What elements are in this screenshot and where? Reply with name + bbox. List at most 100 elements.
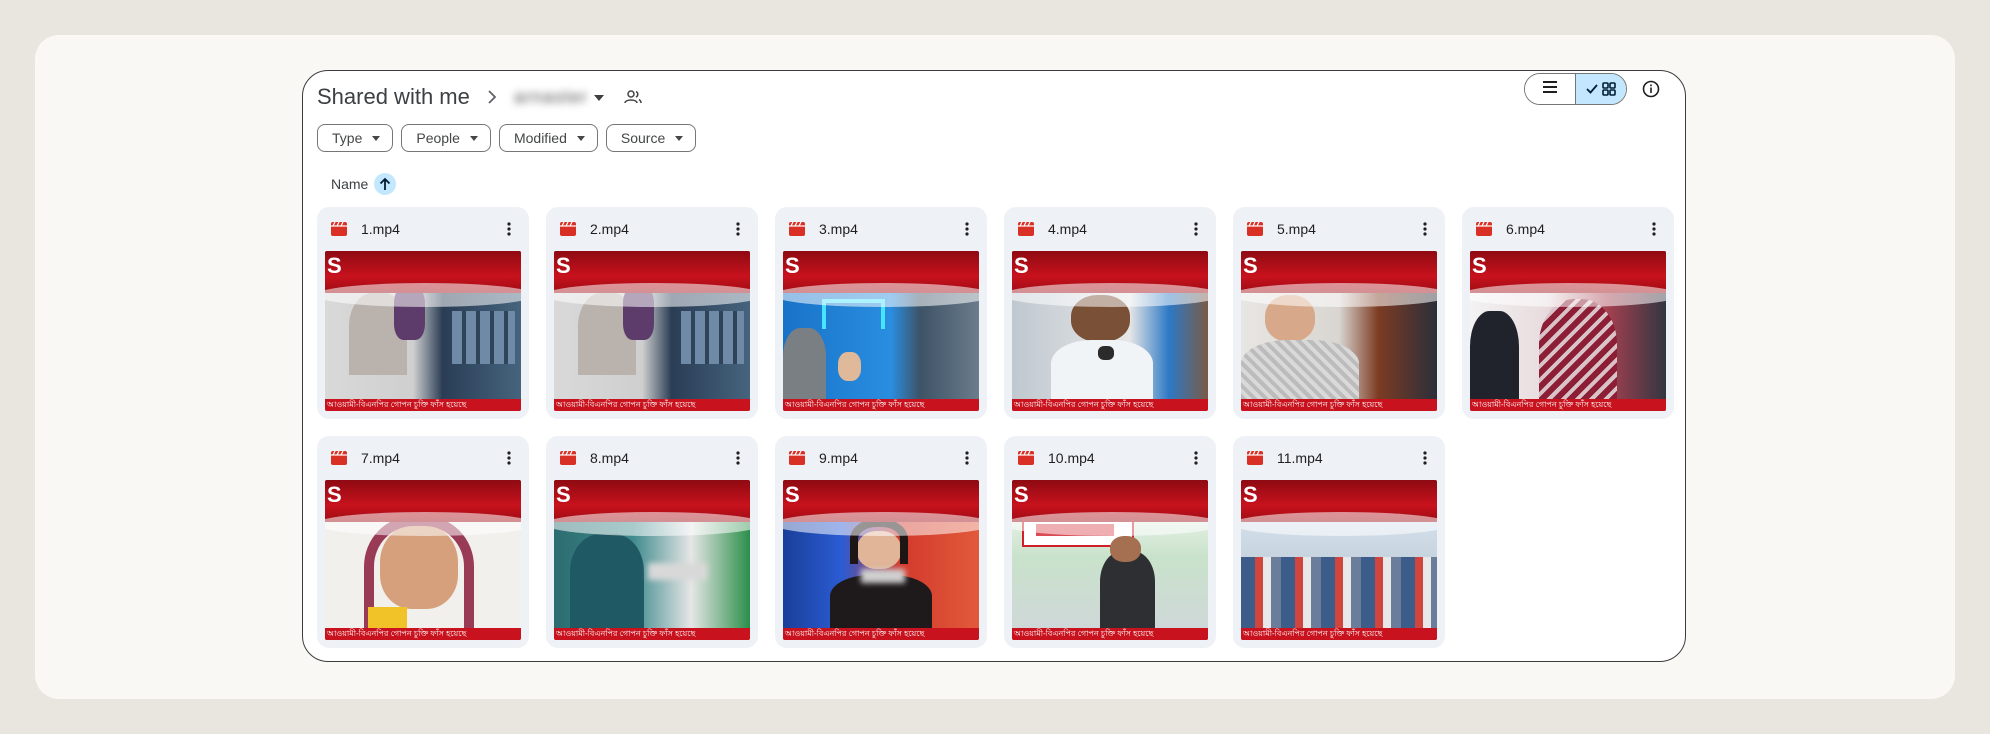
- thumbnail-ticker: আওয়ামী-বিএনপির গোপন চুক্তি ফাঁস হয়েছে: [783, 628, 979, 640]
- file-name: 9.mp4: [819, 450, 858, 466]
- filter-type[interactable]: Type: [317, 124, 394, 152]
- file-name: 10.mp4: [1048, 450, 1095, 466]
- video-thumbnail[interactable]: S আওয়ামী-বিএনপির গোপন চুক্তি ফাঁস হয়েছে: [554, 480, 750, 640]
- filter-source-label: Source: [620, 130, 666, 146]
- filter-source[interactable]: Source: [605, 124, 697, 152]
- grid-view-button[interactable]: [1575, 74, 1626, 104]
- thumbnail-ticker: আওয়ামী-বিএনপির গোপন চুক্তি ফাঁস হয়েছে: [554, 628, 750, 640]
- file-tile[interactable]: 5.mp4 S আওয়ামী-বিএনপির গোপন চুক্তি ফাঁস হ…: [1233, 207, 1445, 419]
- thumbnail-logo: S: [785, 253, 800, 278]
- video-thumbnail[interactable]: S আওয়ামী-বিএনপির গোপন চুক্তি ফাঁস হয়েছে: [1012, 251, 1208, 411]
- more-vert-icon[interactable]: [1644, 217, 1664, 241]
- thumbnail-ticker: আওয়ামী-বিএনপির গোপন চুক্তি ফাঁস হয়েছে: [1012, 399, 1208, 411]
- sort-by-name[interactable]: Name: [331, 173, 397, 195]
- file-tile[interactable]: 9.mp4 S আওয়ামী-বিএনপির গোপন চুক্তি ফাঁস হ…: [775, 436, 987, 648]
- thumbnail-banner: [554, 480, 750, 536]
- more-vert-icon[interactable]: [1415, 446, 1435, 470]
- file-name: 6.mp4: [1506, 221, 1545, 237]
- file-tile[interactable]: 3.mp4 S আওয়ামী-বিএনপির গোপন চুক্তি ফাঁস হ…: [775, 207, 987, 419]
- thumbnail-logo: S: [1243, 482, 1258, 507]
- file-name: 1.mp4: [361, 221, 400, 237]
- file-tile[interactable]: 1.mp4 S আওয়ামী-বিএনপির গোপন চুক্তি ফাঁস হ…: [317, 207, 529, 419]
- video-file-icon: [331, 222, 347, 236]
- file-tile[interactable]: 7.mp4 S আওয়ামী-বিএনপির গোপন চুক্তি ফাঁস হ…: [317, 436, 529, 648]
- thumbnail-logo: S: [327, 482, 342, 507]
- file-tile-header: 10.mp4: [1012, 444, 1208, 472]
- file-tile[interactable]: 6.mp4 S আওয়ামী-বিএনপির গোপন চুক্তি ফাঁস হ…: [1462, 207, 1674, 419]
- breadcrumb-shared-with-me[interactable]: Shared with me: [317, 84, 470, 110]
- file-tile[interactable]: 4.mp4 S আওয়ামী-বিএনপির গোপন চুক্তি ফাঁস হ…: [1004, 207, 1216, 419]
- more-vert-icon[interactable]: [499, 217, 519, 241]
- file-tile[interactable]: 10.mp4 S আওয়ামী-বিএনপির গোপন চুক্তি ফাঁস …: [1004, 436, 1216, 648]
- file-tile-header: 4.mp4: [1012, 215, 1208, 243]
- video-thumbnail[interactable]: S আওয়ামী-বিএনপির গোপন চুক্তি ফাঁস হয়েছে: [1470, 251, 1666, 411]
- thumbnail-banner: [1012, 480, 1208, 536]
- list-icon: [1542, 80, 1558, 98]
- file-tile[interactable]: 2.mp4 S আওয়ামী-বিএনপির গোপন চুক্তি ফাঁস হ…: [546, 207, 758, 419]
- view-toggle: [1524, 73, 1627, 105]
- filter-modified[interactable]: Modified: [498, 124, 598, 152]
- file-tile[interactable]: 8.mp4 S আওয়ামী-বিএনপির গোপন চুক্তি ফাঁস হ…: [546, 436, 758, 648]
- thumbnail-logo: S: [556, 253, 571, 278]
- caret-down-icon: [576, 135, 585, 141]
- filter-people[interactable]: People: [401, 124, 491, 152]
- folder-name: arnaster: [513, 86, 588, 107]
- thumbnail-banner: [783, 480, 979, 536]
- file-tile[interactable]: 11.mp4 S আওয়ামী-বিএনপির গোপন চুক্তি ফাঁস …: [1233, 436, 1445, 648]
- caret-down-icon: [372, 135, 381, 141]
- list-view-button[interactable]: [1525, 74, 1575, 104]
- thumbnail-banner: [554, 251, 750, 307]
- video-file-icon: [560, 451, 576, 465]
- grid-icon: [1602, 82, 1616, 96]
- breadcrumb-current-folder[interactable]: arnaster: [514, 87, 604, 108]
- thumbnail-ticker: আওয়ামী-বিএনপির গোপন চুক্তি ফাঁস হয়েছে: [1470, 399, 1666, 411]
- filter-type-label: Type: [332, 130, 363, 146]
- thumbnail-logo: S: [785, 482, 800, 507]
- chevron-right-icon: [480, 85, 504, 109]
- more-vert-icon[interactable]: [499, 446, 519, 470]
- file-tile-header: 11.mp4: [1241, 444, 1437, 472]
- file-name: 7.mp4: [361, 450, 400, 466]
- more-vert-icon[interactable]: [957, 446, 977, 470]
- file-name: 4.mp4: [1048, 221, 1087, 237]
- more-vert-icon[interactable]: [1186, 446, 1206, 470]
- info-icon[interactable]: [1639, 77, 1663, 101]
- file-tile-header: 7.mp4: [325, 444, 521, 472]
- video-thumbnail[interactable]: S আওয়ামী-বিএনপির গোপন চুক্তি ফাঁস হয়েছে: [554, 251, 750, 411]
- file-name: 5.mp4: [1277, 221, 1316, 237]
- caret-down-icon: [469, 135, 478, 141]
- video-file-icon: [1018, 222, 1034, 236]
- shared-people-icon[interactable]: [624, 89, 642, 105]
- thumbnail-logo: S: [1014, 482, 1029, 507]
- video-thumbnail[interactable]: S আওয়ামী-বিএনপির গোপন চুক্তি ফাঁস হয়েছে: [325, 480, 521, 640]
- thumbnail-ticker: আওয়ামী-বিএনপির গোপন চুক্তি ফাঁস হয়েছে: [783, 399, 979, 411]
- more-vert-icon[interactable]: [728, 217, 748, 241]
- thumbnail-ticker: আওয়ামী-বিএনপির গোপন চুক্তি ফাঁস হয়েছে: [554, 399, 750, 411]
- video-file-icon: [1476, 222, 1492, 236]
- thumbnail-logo: S: [1243, 253, 1258, 278]
- video-thumbnail[interactable]: S আওয়ামী-বিএনপির গোপন চুক্তি ফাঁস হয়েছে: [783, 251, 979, 411]
- video-thumbnail[interactable]: S আওয়ামী-বিএনপির গোপন চুক্তি ফাঁস হয়েছে: [1012, 480, 1208, 640]
- file-tile-header: 1.mp4: [325, 215, 521, 243]
- thumbnail-banner: [1012, 251, 1208, 307]
- thumbnail-logo: S: [327, 253, 342, 278]
- more-vert-icon[interactable]: [728, 446, 748, 470]
- file-tile-header: 3.mp4: [783, 215, 979, 243]
- thumbnail-banner: [783, 251, 979, 307]
- thumbnail-banner: [1241, 480, 1437, 536]
- more-vert-icon[interactable]: [957, 217, 977, 241]
- thumbnail-banner: [325, 480, 521, 536]
- thumbnail-ticker: আওয়ামী-বিএনপির গোপন চুক্তি ফাঁস হয়েছে: [325, 628, 521, 640]
- video-thumbnail[interactable]: S আওয়ামী-বিএনপির গোপন চুক্তি ফাঁস হয়েছে: [1241, 480, 1437, 640]
- sort-label: Name: [331, 176, 369, 192]
- caret-down-icon: [593, 88, 604, 106]
- video-thumbnail[interactable]: S আওয়ামী-বিএনপির গোপন চুক্তি ফাঁস হয়েছে: [1241, 251, 1437, 411]
- thumbnail-logo: S: [1014, 253, 1029, 278]
- video-file-icon: [1247, 451, 1263, 465]
- more-vert-icon[interactable]: [1415, 217, 1435, 241]
- arrow-up-icon[interactable]: [374, 173, 397, 195]
- more-vert-icon[interactable]: [1186, 217, 1206, 241]
- video-thumbnail[interactable]: S আওয়ামী-বিএনপির গোপন চুক্তি ফাঁস হয়েছে: [783, 480, 979, 640]
- video-thumbnail[interactable]: S আওয়ামী-বিএনপির গোপন চুক্তি ফাঁস হয়েছে: [325, 251, 521, 411]
- file-name: 11.mp4: [1277, 450, 1323, 466]
